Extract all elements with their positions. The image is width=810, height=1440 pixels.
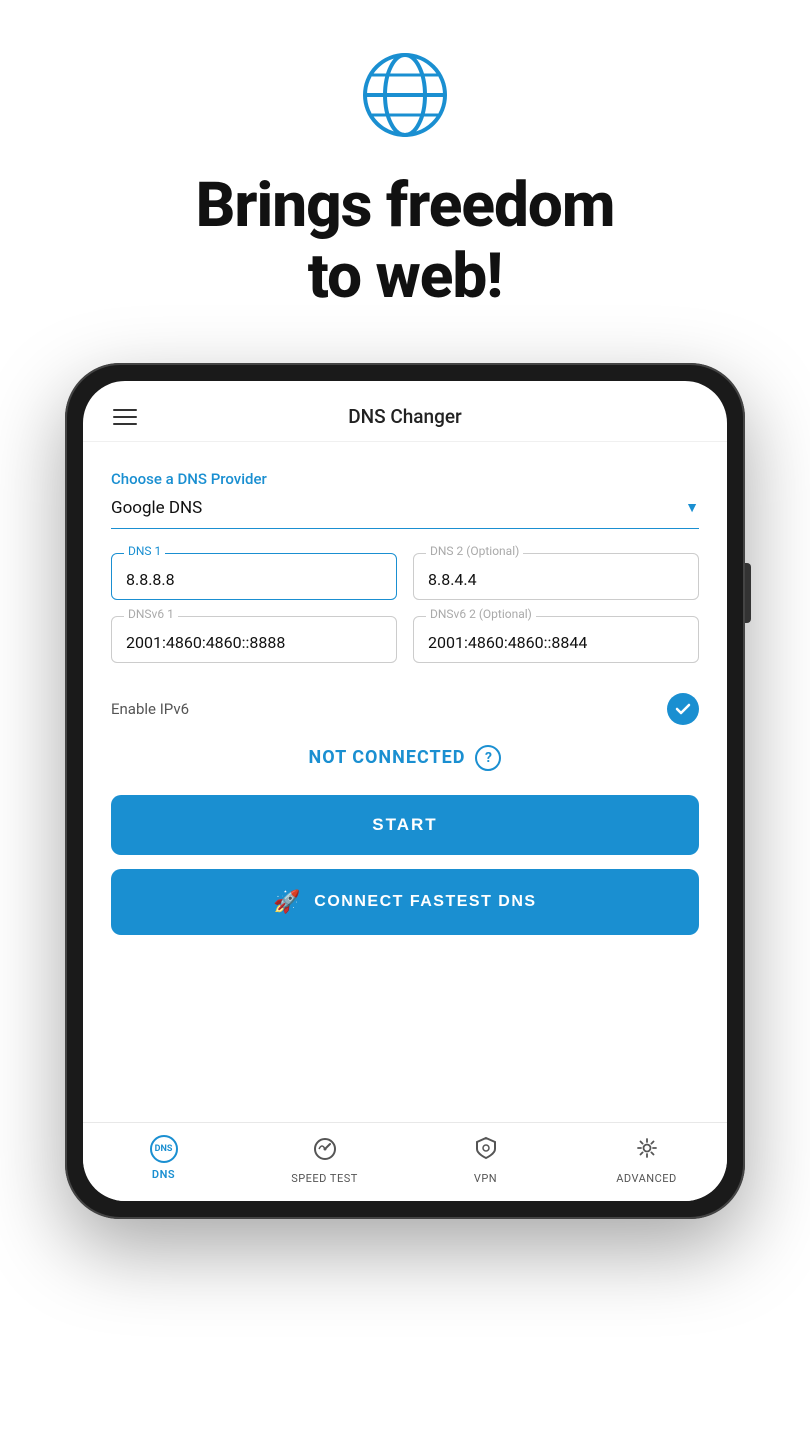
dnsv6-2-label: DNSv6 2 (Optional) bbox=[426, 607, 536, 621]
headline: Brings freedom to web! bbox=[196, 170, 615, 313]
nav-label-speed-test: SPEED TEST bbox=[291, 1172, 358, 1185]
dnsv6-1-field[interactable]: DNSv6 1 2001:4860:4860::8888 bbox=[111, 616, 397, 663]
help-icon[interactable]: ? bbox=[475, 745, 501, 771]
dns2-field[interactable]: DNS 2 (Optional) 8.8.4.4 bbox=[413, 553, 699, 600]
top-section: Brings freedom to web! bbox=[0, 0, 810, 313]
app-content: Choose a DNS Provider Google DNS ▼ DNS 1… bbox=[83, 442, 727, 1122]
app-title: DNS Changer bbox=[348, 405, 462, 428]
dropdown-arrow-icon: ▼ bbox=[685, 499, 699, 516]
nav-label-vpn: VPN bbox=[474, 1172, 497, 1185]
dns2-value: 8.8.4.4 bbox=[428, 570, 684, 589]
hamburger-menu-button[interactable] bbox=[113, 409, 137, 425]
shield-icon bbox=[473, 1135, 499, 1167]
dnsv6-1-label: DNSv6 1 bbox=[124, 607, 178, 621]
ipv6-row: Enable IPv6 bbox=[111, 683, 699, 745]
phone-mockup: DNS Changer Choose a DNS Provider Google… bbox=[65, 363, 745, 1219]
dns-nav-icon: DNS bbox=[150, 1135, 178, 1163]
start-button[interactable]: START bbox=[111, 795, 699, 855]
bottom-nav: DNS DNS SPEED TEST bbox=[83, 1122, 727, 1201]
connect-button-label: CONNECT FASTEST DNS bbox=[314, 893, 536, 911]
nav-item-advanced[interactable]: ADVANCED bbox=[566, 1135, 727, 1185]
dnsv6-2-value: 2001:4860:4860::8844 bbox=[428, 633, 684, 652]
nav-item-dns[interactable]: DNS DNS bbox=[83, 1135, 244, 1185]
connect-fastest-dns-button[interactable]: 🚀 CONNECT FASTEST DNS bbox=[111, 869, 699, 935]
gear-icon bbox=[634, 1135, 660, 1167]
status-row: NOT CONNECTED ? bbox=[111, 745, 699, 771]
phone-screen: DNS Changer Choose a DNS Provider Google… bbox=[83, 381, 727, 1201]
nav-label-advanced: ADVANCED bbox=[616, 1172, 677, 1185]
dns2-label: DNS 2 (Optional) bbox=[426, 544, 523, 558]
dns1-label: DNS 1 bbox=[124, 544, 165, 558]
connection-status: NOT CONNECTED bbox=[309, 747, 466, 768]
rocket-icon: 🚀 bbox=[273, 889, 302, 915]
app-header: DNS Changer bbox=[83, 381, 727, 442]
nav-item-speed-test[interactable]: SPEED TEST bbox=[244, 1135, 405, 1185]
nav-item-vpn[interactable]: VPN bbox=[405, 1135, 566, 1185]
dns-provider-value: Google DNS bbox=[111, 498, 202, 518]
dnsv6-1-value: 2001:4860:4860::8888 bbox=[126, 633, 382, 652]
speedometer-icon bbox=[312, 1135, 338, 1167]
ipv6-toggle[interactable] bbox=[667, 693, 699, 725]
nav-label-dns: DNS bbox=[152, 1168, 175, 1181]
dns-provider-label: Choose a DNS Provider bbox=[111, 470, 699, 488]
dns1-field[interactable]: DNS 1 8.8.8.8 bbox=[111, 553, 397, 600]
globe-icon bbox=[360, 50, 450, 140]
dns-fields-grid: DNS 1 8.8.8.8 DNS 2 (Optional) 8.8.4.4 D… bbox=[111, 553, 699, 663]
ipv6-label: Enable IPv6 bbox=[111, 700, 189, 718]
checkmark-icon bbox=[674, 700, 692, 718]
dnsv6-2-field[interactable]: DNSv6 2 (Optional) 2001:4860:4860::8844 bbox=[413, 616, 699, 663]
dns1-value: 8.8.8.8 bbox=[126, 570, 382, 589]
dns-provider-select[interactable]: Google DNS ▼ bbox=[111, 498, 699, 529]
